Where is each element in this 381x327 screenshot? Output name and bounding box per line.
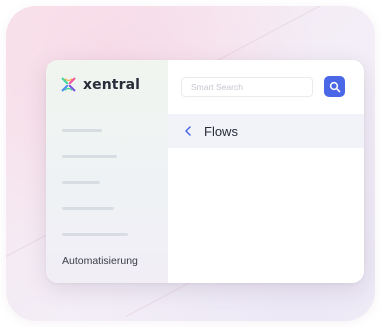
sidebar-item-placeholder[interactable] bbox=[62, 155, 117, 158]
decorative-line bbox=[205, 6, 366, 67]
page-header: Flows bbox=[168, 114, 364, 148]
brand-logo[interactable]: xentral bbox=[60, 76, 140, 93]
sidebar-item-placeholder[interactable] bbox=[62, 207, 114, 210]
back-button[interactable] bbox=[182, 125, 194, 137]
sidebar-item-placeholder[interactable] bbox=[62, 129, 102, 132]
sidebar: xentral Automatisierung bbox=[46, 60, 168, 283]
sidebar-item-placeholder[interactable] bbox=[62, 181, 100, 184]
smart-search-input[interactable] bbox=[181, 77, 313, 97]
search-icon bbox=[329, 81, 340, 92]
xentral-logo-icon bbox=[61, 77, 76, 92]
chevron-left-icon bbox=[185, 126, 191, 136]
search-button[interactable] bbox=[324, 76, 345, 97]
brand-name: xentral bbox=[83, 76, 141, 93]
sidebar-item-automatisierung[interactable]: Automatisierung bbox=[62, 255, 138, 267]
promo-card-background: xentral Automatisierung Smart Search Flo… bbox=[6, 6, 375, 321]
main-panel: Flows bbox=[168, 60, 364, 283]
page-title: Flows bbox=[204, 123, 238, 139]
sidebar-item-placeholder[interactable] bbox=[62, 233, 128, 236]
app-window: xentral Automatisierung Smart Search Flo… bbox=[46, 60, 364, 283]
